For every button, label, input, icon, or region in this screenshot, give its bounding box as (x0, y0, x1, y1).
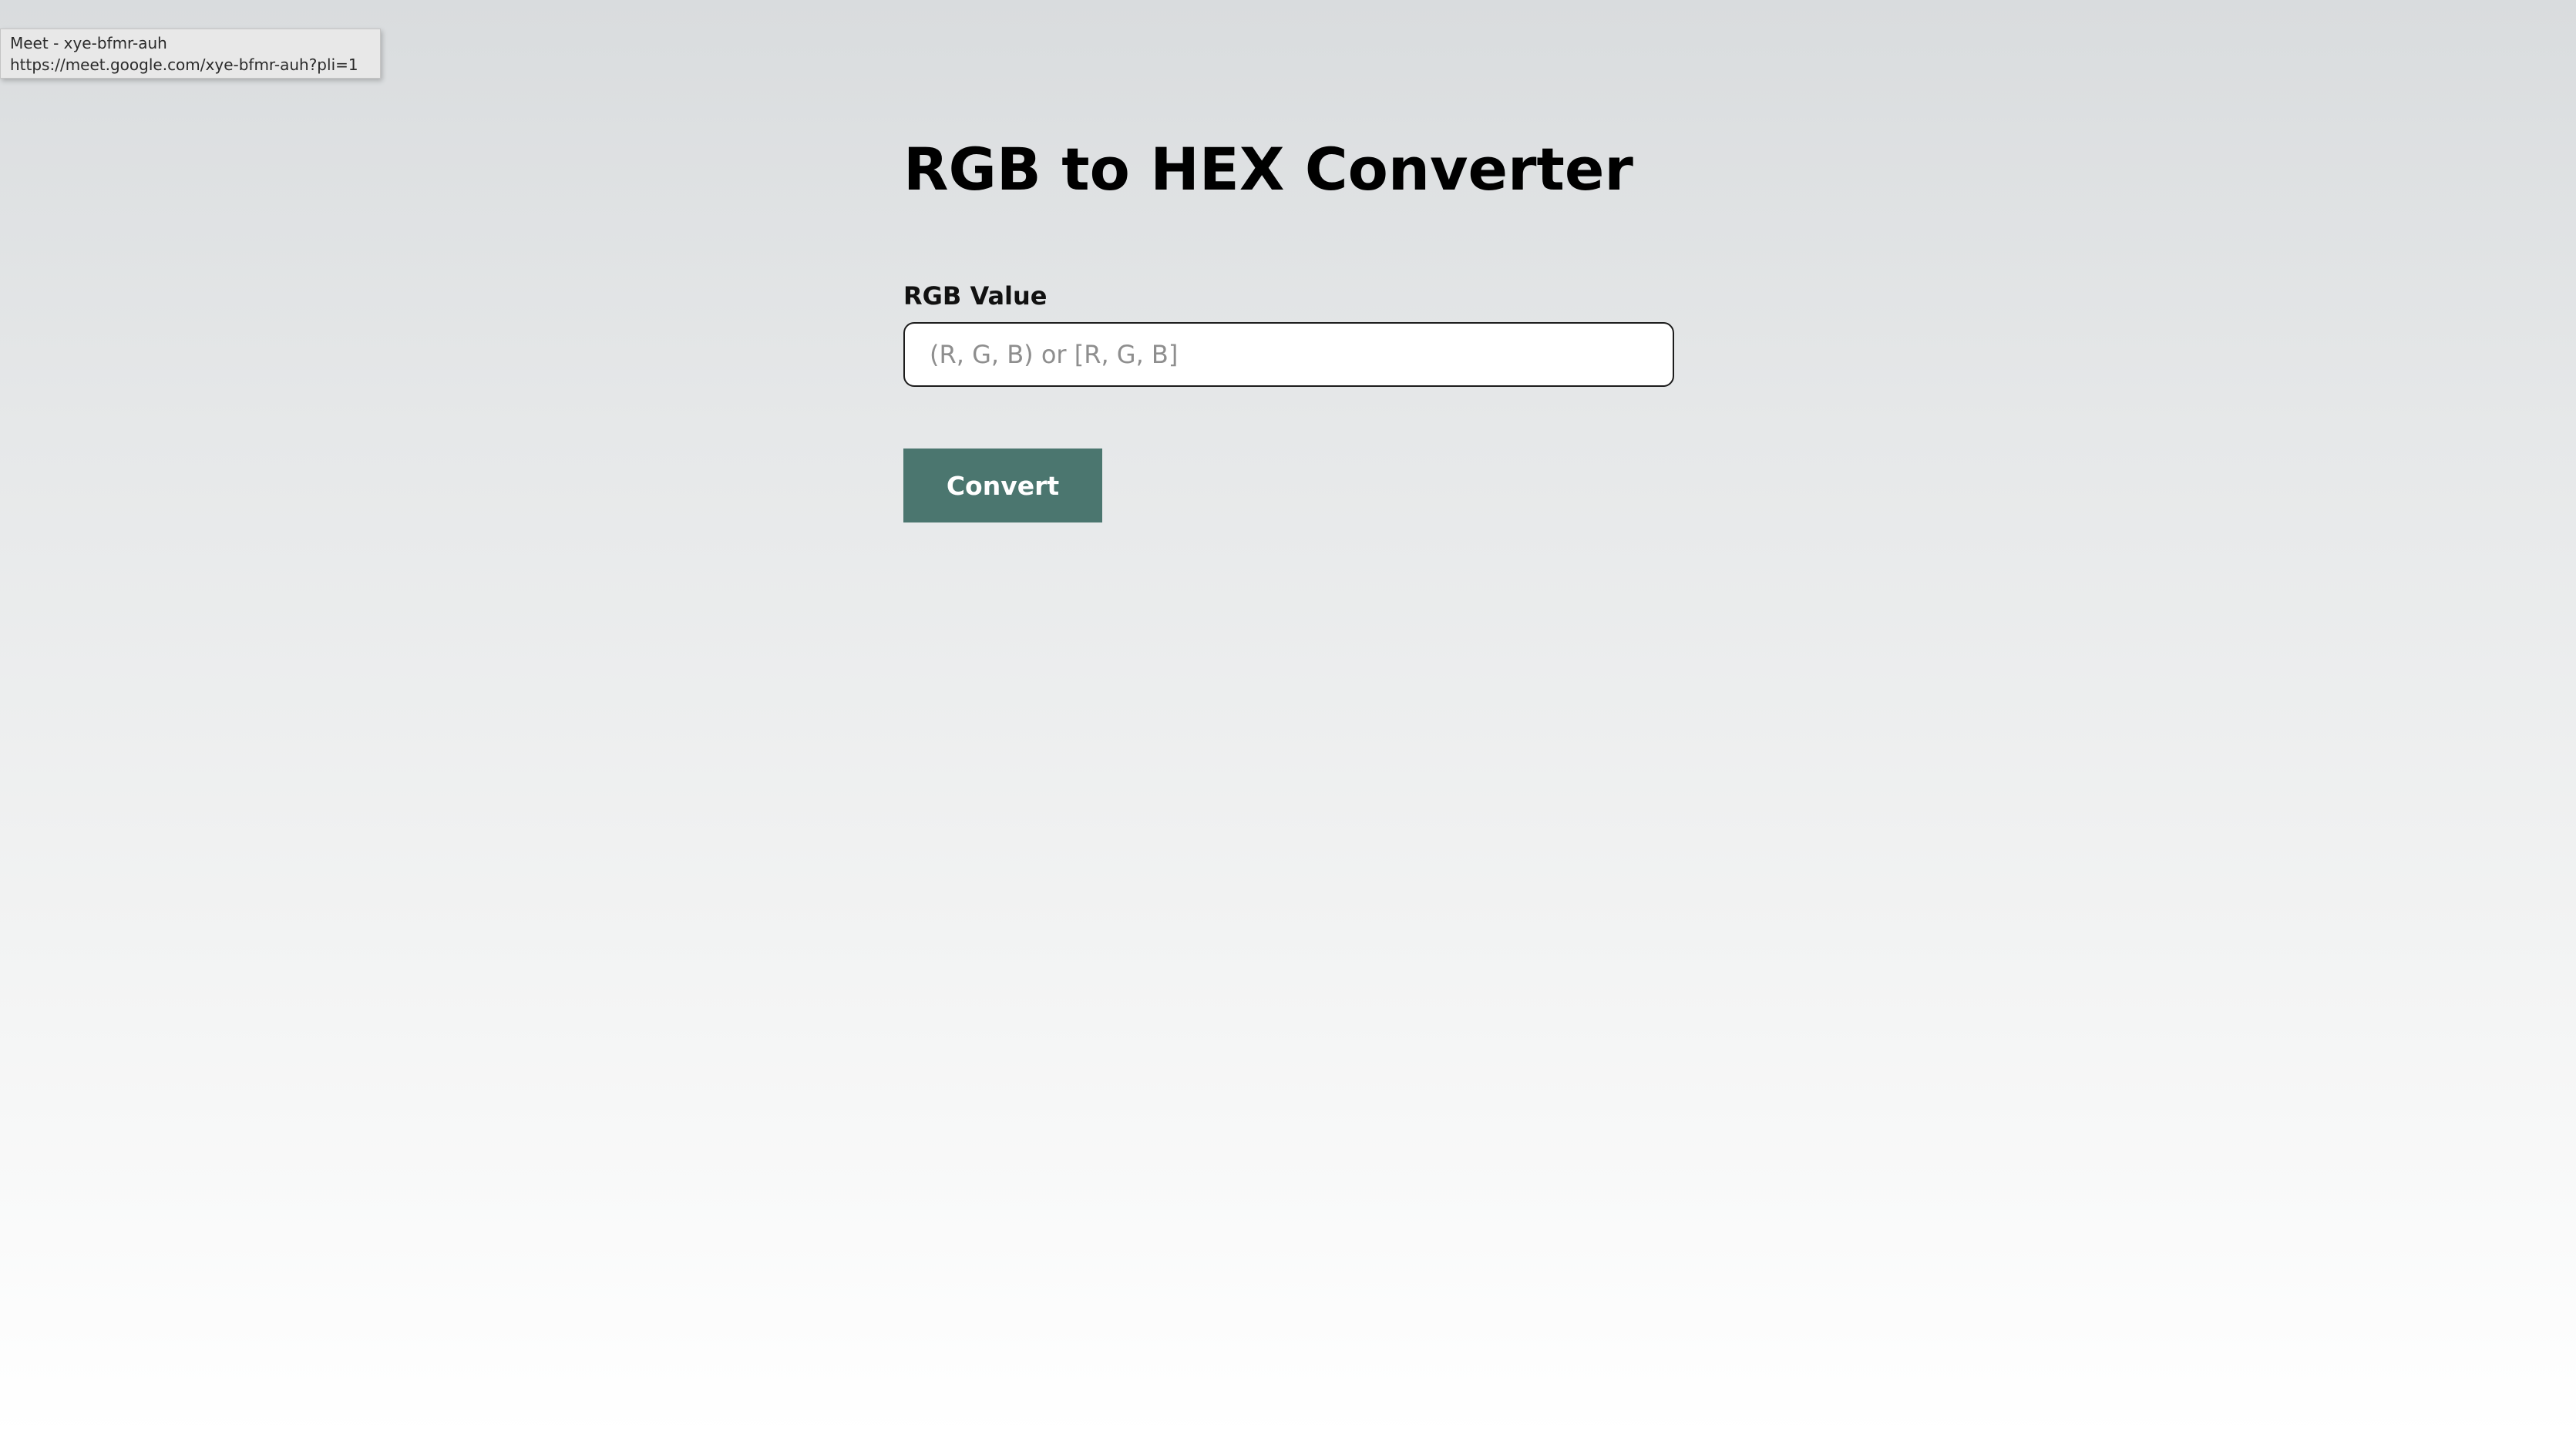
tooltip-page-title: Meet - xye-bfmr-auh (10, 34, 167, 52)
tooltip-url: https://meet.google.com/xye-bfmr-auh?pli… (10, 55, 358, 74)
page-title: RGB to HEX Converter (903, 135, 1633, 203)
convert-button[interactable]: Convert (903, 449, 1102, 522)
rgb-value-input[interactable] (903, 322, 1674, 387)
link-hover-tooltip: Meet - xye-bfmr-auh https://meet.google.… (0, 29, 381, 79)
rgb-value-label: RGB Value (903, 281, 1048, 311)
